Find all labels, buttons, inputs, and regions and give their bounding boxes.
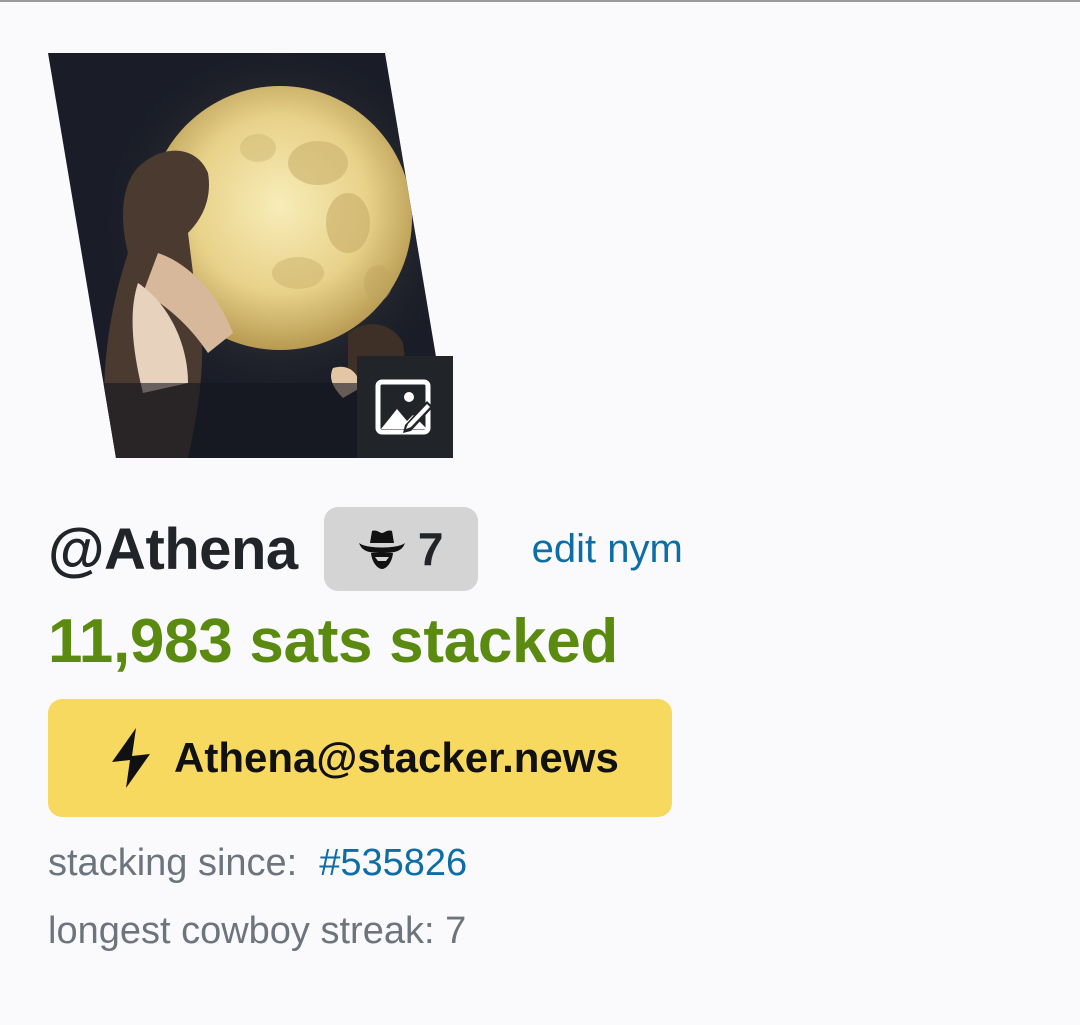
longest-streak: longest cowboy streak: 7 xyxy=(48,910,467,952)
sats-stacked: 11,983 sats stacked xyxy=(48,607,618,676)
streak-count: 7 xyxy=(417,523,444,575)
lightning-address: Athena@stacker.news xyxy=(174,734,619,781)
cowboy-streak-badge[interactable]: 7 xyxy=(323,507,478,591)
top-border xyxy=(0,0,1080,2)
lightning-address-button[interactable]: Athena@stacker.news xyxy=(48,699,672,817)
edit-nym-link[interactable]: edit nym xyxy=(532,527,683,572)
stacking-since-label: stacking since: xyxy=(48,842,298,884)
name-row: @Athena 7 edit nym xyxy=(48,506,683,592)
profile-nym: @Athena xyxy=(48,516,298,582)
edit-photo-button[interactable] xyxy=(357,356,453,458)
cowboy-hat-icon xyxy=(358,530,405,569)
stacking-since-link[interactable]: #535826 xyxy=(319,842,467,884)
stacking-since-row: stacking since: #535826 xyxy=(48,842,467,885)
image-edit-icon xyxy=(375,379,433,435)
lightning-bolt-icon xyxy=(112,728,150,788)
profile-avatar xyxy=(48,53,453,458)
